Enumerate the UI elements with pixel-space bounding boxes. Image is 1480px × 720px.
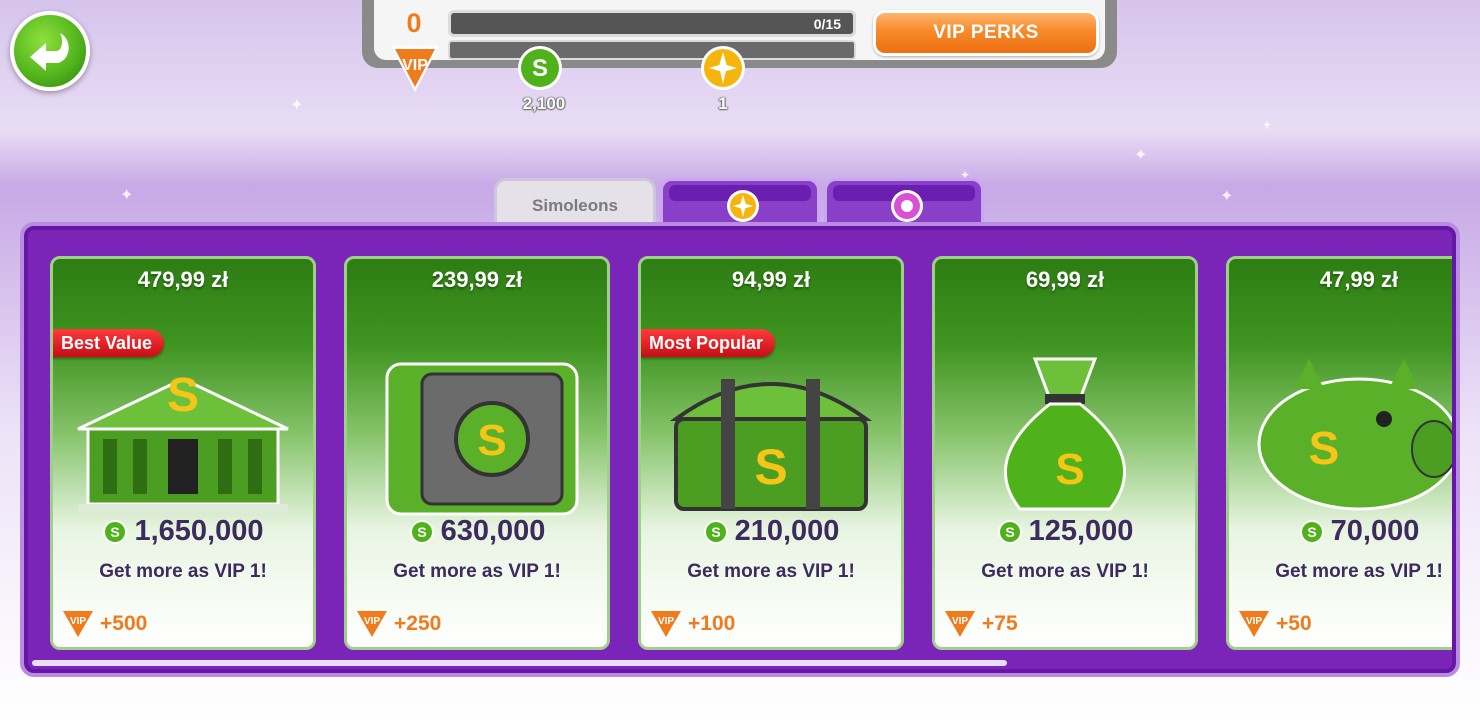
safe-icon: S — [385, 362, 579, 516]
simoleon-amount: 630,000 — [440, 515, 546, 547]
store-item-card[interactable]: 94,99 zł S Most Popular S 210,000 Get mo… — [638, 256, 904, 650]
simoleon-amount: 125,000 — [1028, 515, 1134, 547]
price-label: 69,99 zł — [1025, 267, 1105, 292]
vip-promo-text: Get more as VIP 1! — [981, 561, 1149, 582]
vip-promo-text: Get more as VIP 1! — [687, 561, 855, 582]
store-item-card[interactable]: 47,99 zł S S 70,000 Get more as VIP 1! V… — [1226, 256, 1452, 650]
vip-icon-label: VIP — [1246, 616, 1262, 627]
lifestyle-points-icon — [701, 46, 745, 90]
card-art: S — [641, 349, 901, 519]
piggy-bank-icon: S — [1257, 359, 1452, 511]
svg-text:S: S — [532, 55, 548, 82]
simoleon-amount: 70,000 — [1330, 515, 1420, 547]
svg-text:S: S — [111, 524, 120, 540]
vip-icon-label: VIP — [952, 616, 968, 627]
vip-progress-bar: 0/15 — [448, 10, 856, 37]
sparkle-decoration: ✦ — [290, 97, 304, 114]
vip-promo-text: Get more as VIP 1! — [99, 561, 267, 582]
store-item-card[interactable]: 479,99 zł S Best Value S 1,650,000 Get m… — [50, 256, 316, 650]
amount-row: S 630,000 — [347, 515, 607, 548]
sparkle-decoration: ✦ — [1220, 188, 1234, 205]
simoleons-balance: 2,100 — [522, 94, 566, 113]
amount-row: S 70,000 — [1229, 515, 1452, 548]
vip-bonus: +100 — [688, 612, 736, 635]
simoleon-icon: S — [703, 519, 728, 544]
vip-icon-label: VIP — [364, 616, 380, 627]
vip-bonus-row: VIP +50 — [1237, 609, 1312, 639]
tab-simoleons[interactable]: Simoleons — [494, 178, 656, 224]
vip-bonus-row: VIP +75 — [943, 609, 1018, 639]
vip-icon: VIP — [357, 611, 387, 637]
vip-bonus: +250 — [394, 612, 442, 635]
sparkle-decoration: ✦ — [120, 187, 134, 204]
simoleon-icon: S — [103, 519, 128, 544]
store-item-card[interactable]: 239,99 zł S S 630,000 Get more as VIP 1!… — [344, 256, 610, 650]
simoleon-icon: S — [997, 519, 1022, 544]
lifestyle-points-icon — [727, 190, 759, 222]
card-art: S — [53, 349, 313, 519]
store-panel: 479,99 zł S Best Value S 1,650,000 Get m… — [20, 222, 1460, 677]
svg-text:S: S — [754, 439, 787, 495]
treasure-chest-icon: S — [669, 379, 873, 511]
price-label: 239,99 zł — [431, 267, 523, 292]
vip-secondary-bar — [448, 40, 856, 60]
svg-text:S: S — [417, 524, 426, 540]
simoleon-icon: S — [1299, 519, 1324, 544]
svg-text:S: S — [1307, 524, 1316, 540]
vip-icon: VIP — [945, 611, 975, 637]
social-points-icon — [891, 190, 923, 222]
sparkle-decoration: ✦ — [1134, 147, 1148, 164]
horizontal-scrollbar[interactable] — [32, 660, 1007, 666]
vip-perks-button[interactable]: VIP PERKS — [873, 10, 1099, 56]
back-arrow-icon — [30, 33, 69, 71]
vip-bonus-row: VIP +250 — [355, 609, 441, 639]
cards-viewport: 479,99 zł S Best Value S 1,650,000 Get m… — [50, 256, 1452, 656]
price-label: 94,99 zł — [731, 267, 811, 292]
price-label: 479,99 zł — [137, 267, 229, 292]
vip-level: 0 — [406, 8, 422, 38]
svg-text:S: S — [1005, 524, 1014, 540]
svg-text:S: S — [167, 369, 199, 422]
card-art: S — [1229, 349, 1452, 519]
vip-badge-icon: VIP — [391, 46, 439, 92]
vip-bonus: +50 — [1276, 612, 1312, 635]
card-art: S — [935, 349, 1195, 519]
svg-text:S: S — [1055, 445, 1084, 494]
amount-row: S 1,650,000 — [53, 515, 313, 548]
tab-lifestyle-points[interactable] — [660, 178, 820, 224]
amount-row: S 210,000 — [641, 515, 901, 548]
bank-icon: S — [77, 369, 289, 514]
card-art: S — [347, 349, 607, 519]
svg-text:S: S — [711, 524, 720, 540]
best-value-badge: Best Value — [53, 329, 165, 357]
vip-badge-label: VIP — [402, 57, 428, 74]
vip-icon: VIP — [1239, 611, 1269, 637]
vip-icon: VIP — [651, 611, 681, 637]
vip-promo-text: Get more as VIP 1! — [393, 561, 561, 582]
simoleon-amount: 1,650,000 — [134, 515, 264, 547]
vip-bonus-row: VIP +500 — [61, 609, 147, 639]
sparkle-decoration: ✦ — [1262, 118, 1273, 132]
vip-progress-text: 0/15 — [813, 16, 841, 32]
vip-bonus-row: VIP +100 — [649, 609, 735, 639]
svg-text:S: S — [1309, 422, 1340, 474]
simoleon-icon: S — [518, 46, 562, 90]
simoleon-amount: 210,000 — [734, 515, 840, 547]
vip-bonus: +75 — [982, 612, 1018, 635]
price-label: 47,99 zł — [1319, 267, 1399, 292]
vip-icon-label: VIP — [70, 616, 86, 627]
back-button[interactable] — [10, 11, 90, 91]
money-bag-icon: S — [1004, 357, 1126, 511]
simoleon-icon: S — [409, 519, 434, 544]
vip-bonus: +500 — [100, 612, 148, 635]
tab-social-points[interactable] — [824, 178, 984, 224]
lifestyle-points-balance: 1 — [718, 94, 728, 113]
most-popular-badge: Most Popular — [641, 329, 776, 357]
vip-promo-text: Get more as VIP 1! — [1275, 561, 1443, 582]
svg-text:S: S — [477, 416, 506, 465]
vip-icon: VIP — [63, 611, 93, 637]
vip-icon-label: VIP — [658, 616, 674, 627]
store-item-card[interactable]: 69,99 zł S S 125,000 Get more as VIP 1! … — [932, 256, 1198, 650]
amount-row: S 125,000 — [935, 515, 1195, 548]
